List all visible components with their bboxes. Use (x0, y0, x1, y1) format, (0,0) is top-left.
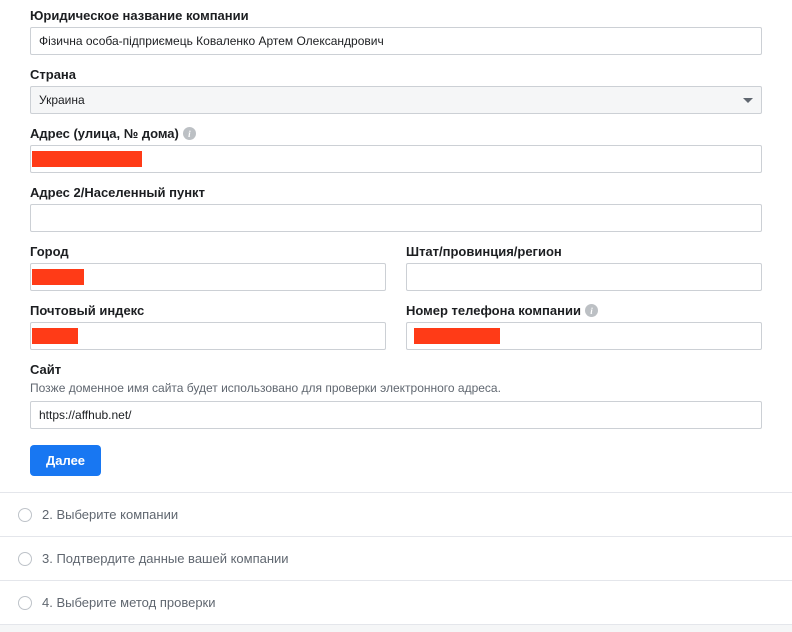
info-icon: i (585, 304, 598, 317)
site-input[interactable] (30, 401, 762, 429)
radio-empty-icon (18, 508, 32, 522)
redacted-block (32, 269, 84, 285)
address2-label: Адрес 2/Населенный пункт (30, 185, 762, 200)
redacted-block (32, 151, 142, 167)
address1-group: Адрес (улица, № дома) i (30, 126, 762, 173)
company-name-label: Юридическое название компании (30, 8, 762, 23)
site-label: Сайт (30, 362, 762, 377)
step-4-row[interactable]: 4. Выберите метод проверки (0, 580, 792, 624)
redacted-block (414, 328, 500, 344)
bottom-strip (0, 624, 792, 632)
step-2-row[interactable]: 2. Выберите компании (0, 492, 792, 536)
address1-label: Адрес (улица, № дома) i (30, 126, 762, 141)
phone-group: Номер телефона компании i (406, 303, 762, 350)
step-4-label: 4. Выберите метод проверки (42, 595, 216, 610)
radio-empty-icon (18, 596, 32, 610)
postal-label: Почтовый индекс (30, 303, 386, 318)
step-3-row[interactable]: 3. Подтвердите данные вашей компании (0, 536, 792, 580)
redacted-block (32, 328, 78, 344)
postal-group: Почтовый индекс (30, 303, 386, 350)
country-group: Страна Украина (30, 67, 762, 114)
company-name-input[interactable] (30, 27, 762, 55)
country-value: Украина (39, 93, 85, 107)
radio-empty-icon (18, 552, 32, 566)
city-label: Город (30, 244, 386, 259)
phone-label: Номер телефона компании i (406, 303, 762, 318)
country-label: Страна (30, 67, 762, 82)
chevron-down-icon (743, 98, 753, 103)
site-group: Сайт Позже доменное имя сайта будет испо… (30, 362, 762, 429)
address2-input[interactable] (30, 204, 762, 232)
address2-group: Адрес 2/Населенный пункт (30, 185, 762, 232)
state-input[interactable] (406, 263, 762, 291)
state-label: Штат/провинция/регион (406, 244, 762, 259)
country-select[interactable]: Украина (30, 86, 762, 114)
next-button[interactable]: Далее (30, 445, 101, 476)
site-helper: Позже доменное имя сайта будет использов… (30, 381, 762, 395)
company-name-group: Юридическое название компании (30, 8, 762, 55)
state-group: Штат/провинция/регион (406, 244, 762, 291)
postal-input[interactable] (30, 322, 386, 350)
step-2-label: 2. Выберите компании (42, 507, 178, 522)
info-icon: i (183, 127, 196, 140)
city-group: Город (30, 244, 386, 291)
step-3-label: 3. Подтвердите данные вашей компании (42, 551, 289, 566)
